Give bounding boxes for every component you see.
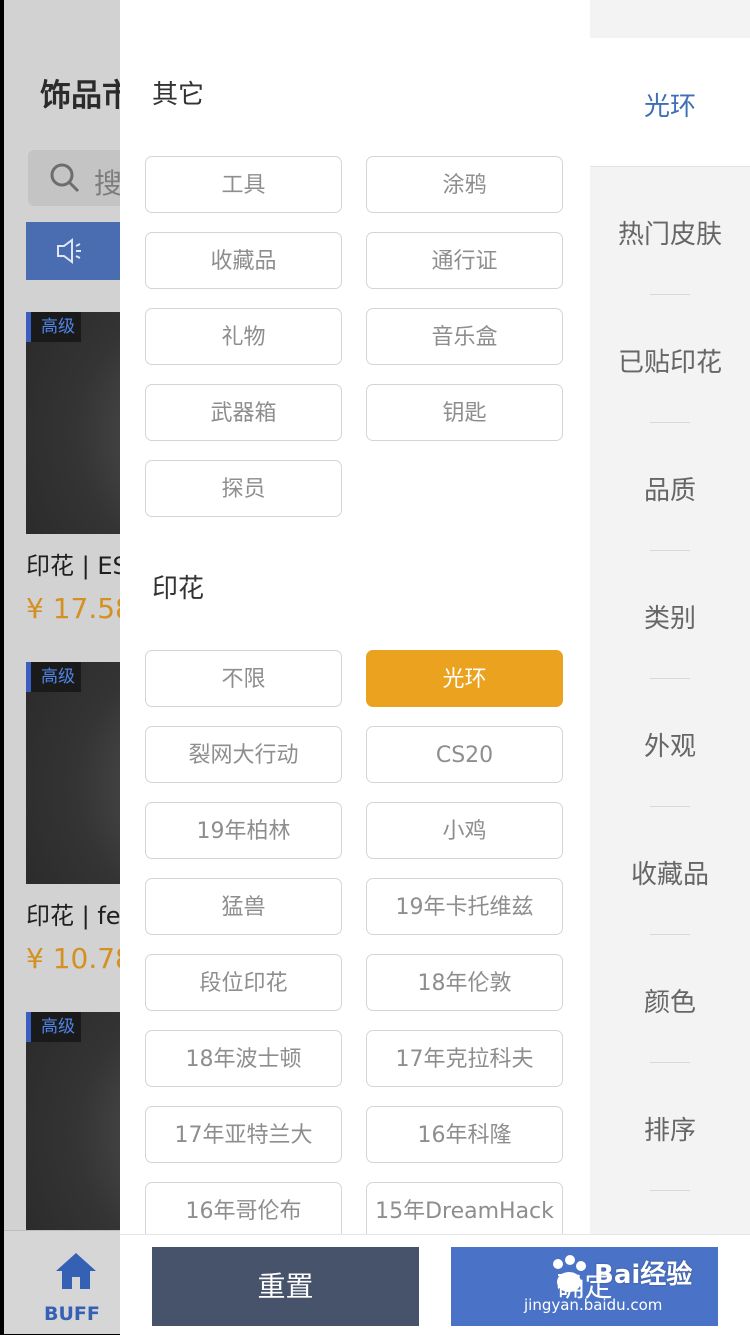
watermark-url: jingyan.baidu.com bbox=[524, 1296, 663, 1314]
divider bbox=[650, 422, 690, 423]
sidebar-item-category[interactable]: 类别 bbox=[590, 598, 750, 635]
sidebar-item-applied-stickers[interactable]: 已贴印花 bbox=[590, 342, 750, 379]
watermark: Bai经验 jingyan.baidu.com bbox=[518, 1250, 718, 1320]
quality-badge: 高级 bbox=[26, 312, 81, 342]
filter-drawer: 其它 工具 涂鸦 收藏品 通行证 礼物 音乐盒 武器箱 钥匙 探员 印花 不限 … bbox=[120, 0, 750, 1335]
sidebar-item-collection[interactable]: 收藏品 bbox=[590, 854, 750, 891]
sidebar-item-quality[interactable]: 品质 bbox=[590, 470, 750, 507]
divider bbox=[650, 806, 690, 807]
sidebar-item-halo[interactable]: 光环 bbox=[590, 86, 750, 123]
chip-cologne-2016[interactable]: 16年科隆 bbox=[366, 1106, 563, 1163]
filter-options-panel[interactable]: 其它 工具 涂鸦 收藏品 通行证 礼物 音乐盒 武器箱 钥匙 探员 印花 不限 … bbox=[120, 0, 590, 1234]
speaker-icon bbox=[57, 238, 81, 264]
quality-badge: 高级 bbox=[26, 1012, 81, 1042]
home-icon[interactable] bbox=[54, 1251, 98, 1291]
chip-cs20[interactable]: CS20 bbox=[366, 726, 563, 783]
item-card-name[interactable]: 印花 | fe bbox=[26, 896, 121, 931]
sidebar-item-sort[interactable]: 排序 bbox=[590, 1110, 750, 1147]
section-title-other: 其它 bbox=[152, 80, 205, 110]
sidebar-item-color[interactable]: 颜色 bbox=[590, 982, 750, 1019]
watermark-text: Bai经验 bbox=[594, 1260, 693, 1290]
chip-atlanta-2017[interactable]: 17年亚特兰大 bbox=[145, 1106, 342, 1163]
chip-beasts[interactable]: 猛兽 bbox=[145, 878, 342, 935]
divider bbox=[650, 678, 690, 679]
chip-rank-sticker[interactable]: 段位印花 bbox=[145, 954, 342, 1011]
section-title-sticker: 印花 bbox=[152, 574, 205, 604]
sidebar-item-hot-skins[interactable]: 热门皮肤 bbox=[590, 214, 750, 251]
chip-graffiti[interactable]: 涂鸦 bbox=[366, 156, 563, 213]
divider bbox=[650, 1190, 690, 1191]
item-card-price: ¥ 17.58 bbox=[26, 592, 133, 625]
divider bbox=[650, 294, 690, 295]
chip-tool[interactable]: 工具 bbox=[145, 156, 342, 213]
reset-button[interactable]: 重置 bbox=[152, 1247, 419, 1326]
sidebar-item-exterior[interactable]: 外观 bbox=[590, 726, 750, 763]
chip-agent[interactable]: 探员 bbox=[145, 460, 342, 517]
filter-category-sidebar: 光环 热门皮肤 已贴印花 品质 类别 外观 收藏品 颜色 排序 bbox=[590, 0, 750, 1234]
chip-halo-selected[interactable]: 光环 bbox=[366, 650, 563, 707]
quality-badge: 高级 bbox=[26, 662, 81, 692]
sidebar-top-spacer bbox=[590, 0, 750, 38]
chip-krakow-2017[interactable]: 17年克拉科夫 bbox=[366, 1030, 563, 1087]
paw-logo-icon bbox=[553, 1255, 586, 1292]
chip-london-2018[interactable]: 18年伦敦 bbox=[366, 954, 563, 1011]
nav-home-label[interactable]: BUFF bbox=[44, 1303, 100, 1325]
chip-case[interactable]: 武器箱 bbox=[145, 384, 342, 441]
chip-dreamhack-2015[interactable]: 15年DreamHack bbox=[366, 1182, 563, 1234]
search-icon bbox=[50, 163, 80, 193]
chip-columbus-2016[interactable]: 16年哥伦布 bbox=[145, 1182, 342, 1234]
divider bbox=[650, 1062, 690, 1063]
search-placeholder: 搜 bbox=[94, 167, 123, 200]
divider bbox=[650, 934, 690, 935]
chip-chicken[interactable]: 小鸡 bbox=[366, 802, 563, 859]
chip-pass[interactable]: 通行证 bbox=[366, 232, 563, 289]
chip-shattered-web[interactable]: 裂网大行动 bbox=[145, 726, 342, 783]
chip-katowice-2019[interactable]: 19年卡托维兹 bbox=[366, 878, 563, 935]
divider bbox=[650, 550, 690, 551]
chip-any[interactable]: 不限 bbox=[145, 650, 342, 707]
chip-music-kit[interactable]: 音乐盒 bbox=[366, 308, 563, 365]
chip-berlin-2019[interactable]: 19年柏林 bbox=[145, 802, 342, 859]
chip-collectible[interactable]: 收藏品 bbox=[145, 232, 342, 289]
chip-key[interactable]: 钥匙 bbox=[366, 384, 563, 441]
chip-boston-2018[interactable]: 18年波士顿 bbox=[145, 1030, 342, 1087]
chip-gift[interactable]: 礼物 bbox=[145, 308, 342, 365]
item-card-name[interactable]: 印花 | ES bbox=[26, 546, 128, 581]
item-card-price: ¥ 10.78 bbox=[26, 942, 133, 975]
